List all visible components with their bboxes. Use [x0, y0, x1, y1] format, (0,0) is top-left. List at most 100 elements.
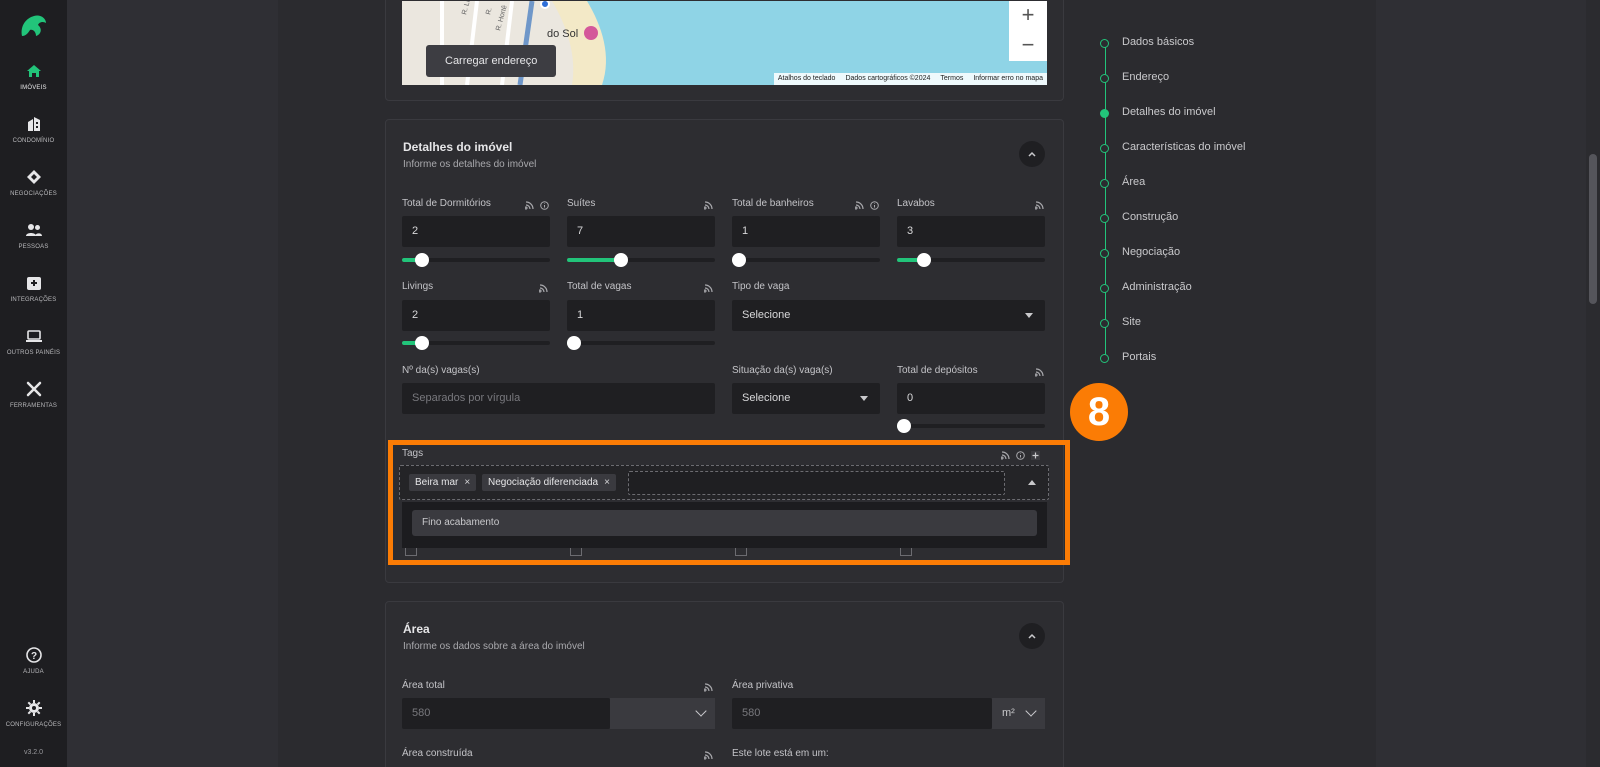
info-icon[interactable]: [870, 201, 879, 210]
section-title: Detalhes do imóvel: [403, 140, 513, 154]
lavabos-input[interactable]: 3: [897, 216, 1045, 247]
depositos-slider[interactable]: [897, 419, 1045, 433]
report-error-link[interactable]: Informar erro no mapa: [973, 73, 1043, 85]
lavabos-label: Lavabos: [897, 198, 935, 209]
depositos-input[interactable]: 0: [897, 383, 1045, 414]
nav-label: CONFIGURAÇÕES: [5, 722, 62, 728]
area-total-input[interactable]: 580: [402, 698, 610, 729]
nav-outros-paineis[interactable]: OUTROS PAINÉIS: [0, 327, 67, 356]
step-label: Área: [1122, 176, 1146, 188]
collapse-button[interactable]: [1019, 141, 1045, 167]
zoom-in-button[interactable]: +: [1009, 1, 1047, 31]
livings-slider[interactable]: [402, 336, 550, 350]
rss-icon[interactable]: [704, 751, 713, 760]
rss-icon[interactable]: [704, 284, 713, 293]
info-icon[interactable]: [540, 201, 549, 210]
rss-icon[interactable]: [1035, 201, 1044, 210]
slider-handle[interactable]: [897, 419, 911, 433]
area-privativa-unit-select[interactable]: m²: [992, 698, 1045, 729]
step-dot-icon: [1100, 284, 1109, 293]
lavabos-slider[interactable]: [897, 253, 1045, 267]
rss-icon[interactable]: [525, 201, 534, 210]
num-vagas-label: Nº da(s) vagas(s): [402, 365, 480, 376]
situacao-vaga-label: Situação da(s) vaga(s): [732, 365, 833, 376]
dormitorios-slider[interactable]: [402, 253, 550, 267]
nav-ferramentas[interactable]: FERRAMENTAS: [0, 380, 67, 409]
map-place-label: do Sol: [547, 28, 579, 40]
gear-icon: [25, 700, 42, 716]
terms-link[interactable]: Termos: [940, 73, 963, 85]
app-version: v3.2.0: [23, 749, 44, 756]
map-data-text: Dados cartográficos ©2024: [845, 75, 931, 82]
slider-handle[interactable]: [613, 253, 628, 267]
zoom-out-button[interactable]: −: [1009, 31, 1047, 61]
suites-input[interactable]: 7: [567, 216, 715, 247]
area-total-unit-select[interactable]: [610, 698, 715, 729]
step-label: Negociação: [1122, 246, 1181, 258]
situacao-vaga-select[interactable]: Selecione: [732, 383, 880, 414]
slider-handle[interactable]: [917, 253, 932, 267]
scrollbar-track[interactable]: [1586, 0, 1600, 767]
chevron-down-icon: [1025, 705, 1037, 717]
nav-negociacoes[interactable]: NEGOCIAÇÕES: [0, 168, 67, 197]
rss-icon[interactable]: [1035, 368, 1044, 377]
situacao-vaga-value: Selecione: [742, 392, 791, 404]
dormitorios-input[interactable]: 2: [402, 216, 550, 247]
lote-label: Este lote está em um:: [732, 748, 829, 759]
suites-slider[interactable]: [567, 253, 715, 267]
nav-integracoes[interactable]: INTEGRAÇÕES: [0, 274, 67, 303]
area-privativa-input[interactable]: 580: [732, 698, 992, 729]
vagas-slider[interactable]: [567, 336, 715, 350]
step-label: Portais: [1122, 351, 1157, 363]
nav-configuracoes[interactable]: CONFIGURAÇÕES: [0, 699, 67, 728]
nav-label: PESSOAS: [18, 244, 49, 250]
area-privativa-unit: m²: [1002, 707, 1015, 719]
nav-pessoas[interactable]: PESSOAS: [0, 221, 67, 250]
step-number-badge: 8: [1070, 383, 1128, 441]
app-logo[interactable]: [16, 10, 50, 40]
scrollbar-thumb[interactable]: [1589, 154, 1597, 304]
caret-down-icon: [1025, 313, 1033, 318]
nav-imoveis[interactable]: IMÓVEIS: [0, 62, 67, 91]
nav-ajuda[interactable]: ? AJUDA: [0, 646, 67, 675]
collapse-button[interactable]: [1019, 623, 1045, 649]
step-label: Detalhes do imóvel: [1122, 106, 1216, 118]
keyboard-shortcuts-link[interactable]: Atalhos do teclado: [778, 73, 836, 85]
home-icon: [26, 65, 41, 77]
section-title: Área: [403, 622, 430, 636]
livings-input[interactable]: 2: [402, 300, 550, 331]
slider-fill: [567, 258, 621, 262]
left-gutter: [67, 0, 278, 767]
rss-icon[interactable]: [539, 284, 548, 293]
livings-icons: [539, 284, 548, 293]
vagas-icons: [704, 284, 713, 293]
rss-icon[interactable]: [704, 683, 713, 692]
banheiros-input[interactable]: 1: [732, 216, 880, 247]
map-attribution: Atalhos do teclado Dados cartográficos ©…: [773, 73, 1047, 85]
steps-line: [1105, 44, 1106, 360]
slider-handle[interactable]: [732, 253, 746, 267]
rss-icon[interactable]: [704, 201, 713, 210]
step-dot-icon: [1100, 179, 1109, 188]
depositos-label: Total de depósitos: [897, 365, 978, 376]
slider-handle[interactable]: [567, 336, 581, 350]
tipo-vaga-select[interactable]: Selecione: [732, 300, 1045, 331]
sidebar: IMÓVEIS CONDOMÍNIO NEGOCIAÇÕES PESSOAS I…: [0, 0, 67, 767]
address-card: R. Lírio R. R. Hortê do Sol Carregar end…: [385, 0, 1064, 101]
rss-icon[interactable]: [855, 201, 864, 210]
map-view[interactable]: R. Lírio R. R. Hortê do Sol Carregar end…: [402, 1, 1047, 85]
vagas-input[interactable]: 1: [567, 300, 715, 331]
load-address-button[interactable]: Carregar endereço: [426, 45, 557, 77]
building-icon: [27, 117, 40, 131]
handshake-icon: [26, 170, 41, 184]
nav-condominio[interactable]: CONDOMÍNIO: [0, 115, 67, 144]
people-icon: [25, 224, 42, 236]
nav-label: OUTROS PAINÉIS: [6, 350, 61, 356]
step-dot-icon: [1100, 39, 1109, 48]
caret-down-icon: [860, 396, 868, 401]
banheiros-slider[interactable]: [732, 253, 880, 267]
banheiros-icons: [855, 201, 879, 210]
nav-label: AJUDA: [23, 669, 44, 675]
num-vagas-input[interactable]: Separados por vírgula: [402, 383, 715, 414]
chevron-up-icon: [1028, 633, 1036, 639]
